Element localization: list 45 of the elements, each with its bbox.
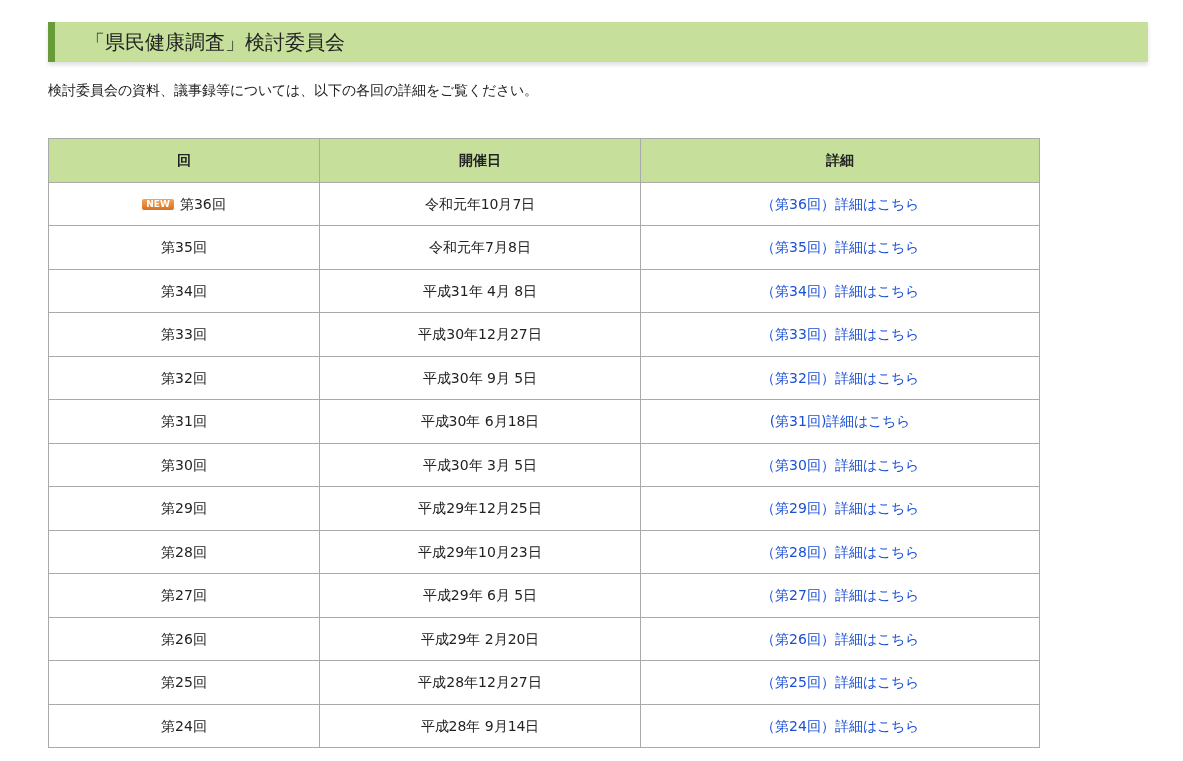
meeting-date: 平成29年12月25日	[319, 486, 641, 531]
session-number: 第33回	[48, 312, 320, 357]
column-header: 開催日	[319, 138, 641, 183]
session-number: 第25回	[48, 660, 320, 705]
meeting-date: 平成30年 9月 5日	[319, 356, 641, 400]
details-link[interactable]: (第31回)詳細はこちら	[769, 413, 911, 429]
details-link[interactable]: （第30回）詳細はこちら	[761, 456, 919, 473]
meeting-date: 平成29年10月23日	[319, 530, 641, 574]
details-link[interactable]: （第33回）詳細はこちら	[761, 326, 919, 342]
session-number: 第34回	[48, 269, 320, 313]
new-badge: NEW	[142, 199, 174, 210]
column-header: 回	[48, 138, 320, 183]
session-number: 第28回	[48, 530, 320, 574]
page-heading: 「県民健康調査」検討委員会	[48, 22, 1148, 62]
session-number: 第32回	[48, 356, 320, 400]
details-link[interactable]: （第28回）詳細はこちら	[761, 543, 919, 560]
session-number: 第35回	[48, 225, 320, 270]
details-link[interactable]: （第36回）詳細はこちら	[761, 195, 919, 212]
meeting-date: 令和元年7月8日	[319, 225, 641, 270]
meeting-date: 令和元年10月7日	[319, 182, 641, 226]
session-number: 第27回	[48, 573, 320, 618]
session-number: 第31回	[48, 399, 320, 444]
meeting-date: 平成28年12月27日	[319, 660, 641, 705]
session-number: 第29回	[48, 486, 320, 531]
session-number: 第30回	[48, 443, 320, 487]
meeting-date: 平成28年 9月14日	[319, 704, 641, 748]
details-link[interactable]: （第26回）詳細はこちら	[761, 630, 919, 647]
details-link[interactable]: （第29回）詳細はこちら	[761, 500, 919, 516]
session-number: 第36回	[179, 195, 226, 212]
meeting-date: 平成30年12月27日	[319, 312, 641, 357]
meeting-date: 平成30年 6月18日	[319, 399, 641, 444]
details-link[interactable]: （第24回）詳細はこちら	[761, 717, 919, 734]
intro-text: 検討委員会の資料、議事録等については、以下の各回の詳細をご覧ください。	[48, 81, 539, 100]
session-number: 第26回	[48, 617, 320, 661]
details-link[interactable]: （第27回）詳細はこちら	[761, 587, 919, 603]
column-header: 詳細	[640, 138, 1040, 183]
details-link[interactable]: （第34回）詳細はこちら	[761, 282, 919, 299]
details-link[interactable]: （第32回）詳細はこちら	[761, 369, 919, 386]
meeting-date: 平成29年 6月 5日	[319, 573, 641, 618]
details-link[interactable]: （第35回）詳細はこちら	[761, 239, 919, 255]
details-link[interactable]: （第25回）詳細はこちら	[761, 674, 919, 690]
meeting-date: 平成29年 2月20日	[319, 617, 641, 661]
meeting-date: 平成31年 4月 8日	[319, 269, 641, 313]
session-number: 第24回	[48, 704, 320, 748]
meeting-date: 平成30年 3月 5日	[319, 443, 641, 487]
